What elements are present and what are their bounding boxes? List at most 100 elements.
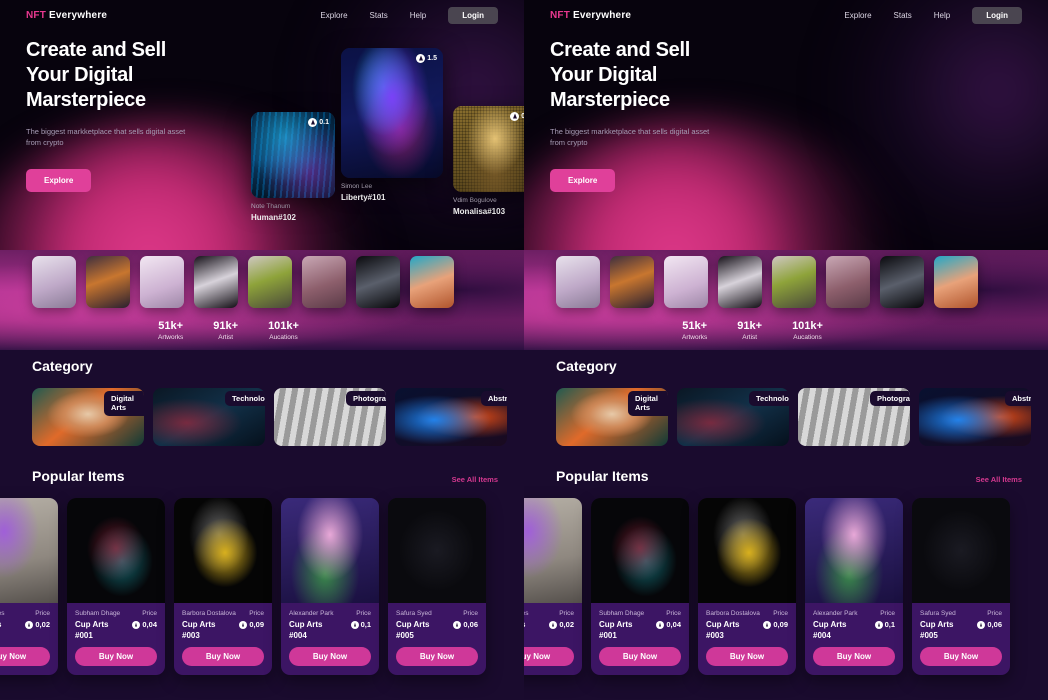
popular-item-card[interactable]: Alexander Park Cup Arts #004 Price 0,1 B… <box>805 498 903 675</box>
featured-thumbnail[interactable] <box>934 256 978 308</box>
featured-thumbnail[interactable] <box>826 256 870 308</box>
nav-item-help[interactable]: Help <box>410 11 426 20</box>
item-price: 0,09 <box>239 620 264 629</box>
popular-item-card[interactable]: Barbora Dostalova Cup Arts #003 Price 0,… <box>698 498 796 675</box>
see-all-items-link[interactable]: See All Items <box>976 475 1022 484</box>
featured-thumbnail[interactable] <box>556 256 600 308</box>
popular-items-header: Popular Items See All Items <box>524 446 1048 484</box>
hero-nft-card[interactable]: 1.5 Simon Lee Liberty#101 <box>341 48 443 202</box>
item-name: Cup Arts <box>920 620 954 629</box>
category-card-technology[interactable]: Technology <box>677 388 789 446</box>
price-label: Price <box>463 610 478 617</box>
login-button[interactable]: Login <box>448 6 498 24</box>
featured-thumbnail[interactable] <box>610 256 654 308</box>
featured-thumbnail[interactable] <box>32 256 76 308</box>
buy-now-button[interactable]: Buy Now <box>75 647 157 666</box>
item-price-value: 0,09 <box>773 620 788 629</box>
buy-now-button[interactable]: Buy Now <box>524 647 574 666</box>
stat-value: 91k+ <box>737 320 763 332</box>
buy-now-button[interactable]: Buy Now <box>706 647 788 666</box>
buy-now-button[interactable]: Buy Now <box>182 647 264 666</box>
popular-item-card[interactable]: Safura Syed Cup Arts #005 Price 0,06 Buy… <box>388 498 486 675</box>
category-card-abstract[interactable]: Abstract <box>395 388 507 446</box>
featured-thumbnail[interactable] <box>880 256 924 308</box>
popular-item-card[interactable]: Safura Syed Cup Arts #005 Price 0,06 Buy… <box>912 498 1010 675</box>
logo-everywhere-text: Everywhere <box>570 9 632 21</box>
hero-card-price: 1.5 <box>427 55 437 62</box>
category-card-digital-arts[interactable]: Digital Arts <box>556 388 668 446</box>
item-price: 0,09 <box>763 620 788 629</box>
popular-item-card[interactable]: Alexander Park Cup Arts #004 Price 0,1 B… <box>281 498 379 675</box>
hero-explore-button[interactable]: Explore <box>26 168 92 192</box>
item-number: #003 <box>706 631 724 640</box>
nav-item-explore[interactable]: Explore <box>320 11 347 20</box>
category-card-abstract[interactable]: Abstract <box>919 388 1031 446</box>
category-card-technology[interactable]: Technology <box>153 388 265 446</box>
ethereum-icon <box>874 620 883 629</box>
see-all-items-link[interactable]: See All Items <box>452 475 498 484</box>
category-label: Technology <box>225 391 265 407</box>
popular-item-card[interactable]: Subham Dhage Cup Arts #001 Price 0,04 Bu… <box>67 498 165 675</box>
stat-label: Aucations <box>793 334 822 341</box>
price-label: Price <box>249 610 264 617</box>
featured-thumbnail[interactable] <box>302 256 346 308</box>
item-number: #002 <box>0 631 25 640</box>
featured-thumbnail[interactable] <box>718 256 762 308</box>
site-logo[interactable]: NFT Everywhere <box>26 10 107 21</box>
category-label: Technology <box>749 391 789 407</box>
featured-thumbnail[interactable] <box>664 256 708 308</box>
site-logo[interactable]: NFT Everywhere <box>550 10 631 21</box>
item-number: #005 <box>920 631 938 640</box>
featured-thumbnail[interactable] <box>194 256 238 308</box>
featured-thumbnail[interactable] <box>356 256 400 308</box>
nav-item-stats[interactable]: Stats <box>894 11 912 20</box>
popular-item-card[interactable]: Subham Dhage Cup Arts #001 Price 0,04 Bu… <box>591 498 689 675</box>
buy-now-button[interactable]: Buy Now <box>920 647 1002 666</box>
item-artist: Alexander Park <box>813 610 858 617</box>
popular-item-card[interactable]: Sylvia Jones Cup Arts #002 Price 0,02 Bu… <box>0 498 58 675</box>
stat-label: Aucations <box>269 334 298 341</box>
stat-value: 101k+ <box>792 320 823 332</box>
hero-nft-card[interactable]: 0.6 Vdim Bogulove Monalisa#103 <box>453 106 524 216</box>
nav-item-explore[interactable]: Explore <box>844 11 871 20</box>
featured-thumbnail[interactable] <box>86 256 130 308</box>
buy-now-button[interactable]: Buy Now <box>289 647 371 666</box>
ethereum-icon <box>308 118 318 127</box>
item-price-value: 0,04 <box>142 620 157 629</box>
hero-copy: Create and Sell Your Digital Marsterpiec… <box>26 38 241 228</box>
hero-nft-card[interactable]: 0.1 Note Thanum Human#102 <box>251 112 335 222</box>
category-card-photograpy[interactable]: Photograpy <box>274 388 386 446</box>
featured-thumbnail[interactable] <box>410 256 454 308</box>
item-number: #004 <box>289 631 307 640</box>
popular-items-list: Sylvia Jones Cup Arts #002 Price 0,02 Bu… <box>524 484 1048 675</box>
popular-item-card[interactable]: Sylvia Jones Cup Arts #002 Price 0,02 Bu… <box>524 498 582 675</box>
category-card-digital-arts[interactable]: Digital Arts <box>32 388 144 446</box>
nav-item-stats[interactable]: Stats <box>370 11 388 20</box>
stat-aucations: 101k+ Aucations <box>792 320 823 341</box>
browser-panel-right: NFT Everywhere Explore Stats Help Login … <box>524 0 1048 700</box>
hero-explore-button[interactable]: Explore <box>550 168 616 192</box>
item-number: #004 <box>813 631 831 640</box>
popular-item-card[interactable]: Barbora Dostalova Cup Arts #003 Price 0,… <box>174 498 272 675</box>
price-label: Price <box>666 610 681 617</box>
nav-item-help[interactable]: Help <box>934 11 950 20</box>
item-image <box>524 498 582 603</box>
item-image <box>281 498 379 603</box>
buy-now-button[interactable]: Buy Now <box>0 647 50 666</box>
featured-thumbnail[interactable] <box>772 256 816 308</box>
item-image <box>805 498 903 603</box>
item-number: #003 <box>182 631 200 640</box>
buy-now-button[interactable]: Buy Now <box>813 647 895 666</box>
buy-now-button[interactable]: Buy Now <box>599 647 681 666</box>
price-label: Price <box>987 610 1002 617</box>
hero-title-line-3: Marsterpiece <box>550 89 670 112</box>
category-card-photograpy[interactable]: Photograpy <box>798 388 910 446</box>
featured-thumbnail[interactable] <box>248 256 292 308</box>
buy-now-button[interactable]: Buy Now <box>396 647 478 666</box>
popular-items-heading: Popular Items <box>556 468 649 484</box>
featured-thumbnail[interactable] <box>140 256 184 308</box>
login-button[interactable]: Login <box>972 6 1022 24</box>
nav-links: Explore Stats Help Login <box>844 6 1022 24</box>
browser-panel-left: NFT Everywhere Explore Stats Help Login … <box>0 0 524 700</box>
ethereum-icon <box>416 54 426 63</box>
